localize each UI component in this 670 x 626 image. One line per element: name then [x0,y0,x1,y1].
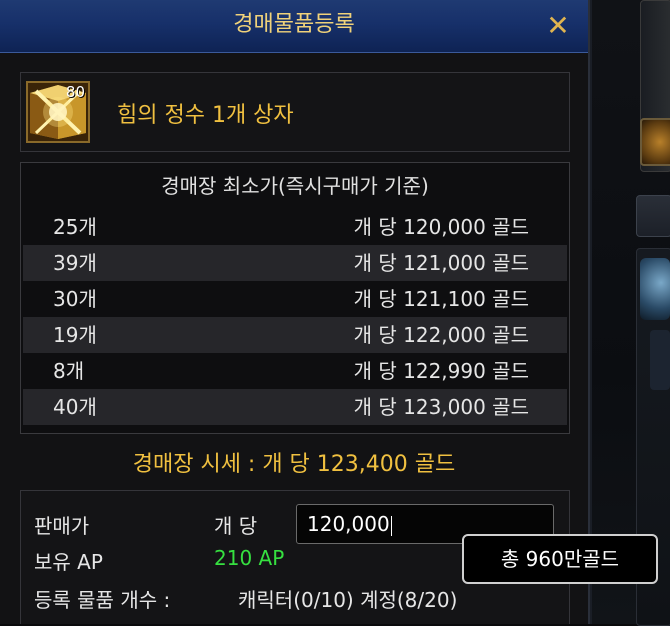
close-button[interactable]: ✕ [540,8,576,44]
ap-label: 보유 AP [34,550,103,574]
total-price-tooltip: 총 960만골드 [462,534,658,584]
market-price-text: 경매장 시세 : 개 당 123,400 골드 [132,452,456,477]
price-row: 8개 개 당 122,990 골드 [23,353,567,389]
lowest-price-header: 경매장 최소가(즉시구매가 기준) [161,174,429,198]
register-count-label: 등록 물품 개수 : [34,588,171,612]
price-row-price: 개 당 121,000 골드 [353,251,529,275]
gold-box-icon[interactable]: 80 [26,81,90,143]
sell-price-label: 판매가 [34,514,90,538]
price-row: 30개 개 당 121,100 골드 [23,281,567,317]
sell-price-value: 120,000 [307,512,390,536]
background-tab [636,195,670,237]
register-count-value: 캐릭터(0/10) 계정(8/20) [238,588,458,612]
text-caret [390,515,392,536]
price-row-price: 개 당 120,000 골드 [353,215,529,239]
item-name: 힘의 정수 1개 상자 [117,103,294,128]
price-row-qty: 19개 [53,323,97,347]
price-row-qty: 25개 [53,215,97,239]
per-unit-label: 개 당 [214,514,258,538]
background-portrait-icon [640,258,670,320]
title-bar[interactable]: 경매물품등록 ✕ [0,0,588,53]
item-level-badge: 80 [65,83,85,101]
background-slot [650,330,670,390]
window-title: 경매물품등록 [233,12,355,37]
price-row-qty: 40개 [53,395,97,419]
price-row-price: 개 당 121,100 골드 [353,287,529,311]
price-row: 19개 개 당 122,000 골드 [23,317,567,353]
price-row-qty: 30개 [53,287,97,311]
price-row: 39개 개 당 121,000 골드 [23,245,567,281]
price-row: 40개 개 당 123,000 골드 [23,389,567,425]
price-row: 25개 개 당 120,000 골드 [23,209,567,245]
ap-value: 210 AP [214,546,285,570]
price-row-price: 개 당 123,000 골드 [353,395,529,419]
item-panel: 80 힘의 정수 1개 상자 [20,72,570,152]
auction-register-window: 경매물품등록 ✕ 80 힘의 정수 1개 상자 경매장 최소가(즉시구매가 기준… [0,0,658,624]
price-row-price: 개 당 122,990 골드 [353,359,529,383]
lowest-price-panel: 경매장 최소가(즉시구매가 기준) 25개 개 당 120,000 골드 39개… [20,162,570,434]
price-row-price: 개 당 122,000 골드 [353,323,529,347]
background-coin-icon [640,118,670,166]
price-row-qty: 8개 [53,359,85,383]
price-row-qty: 39개 [53,251,97,275]
